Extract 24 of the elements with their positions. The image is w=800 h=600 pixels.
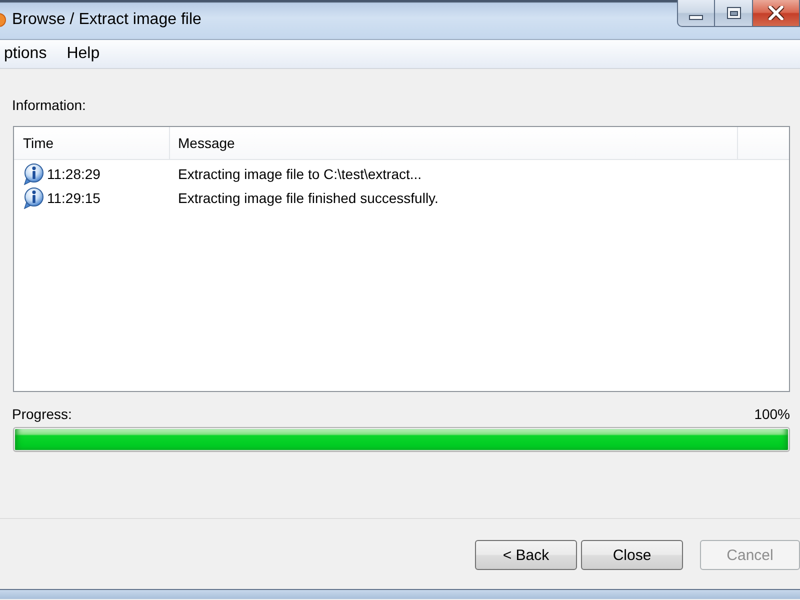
column-header[interactable]: Message: [170, 127, 738, 159]
dialog-button[interactable]: Close: [581, 540, 683, 570]
column-header[interactable]: Time: [14, 127, 170, 159]
log-message: Extracting image file to C:\test\extract...: [177, 166, 422, 182]
progress-label: Progress:: [12, 406, 72, 422]
close-icon: [768, 6, 784, 20]
log-list[interactable]: Time Message 11:28:29 Extracting image file to C:\test\extract... 11:29:15 Extracting image file finished successfully.: [13, 126, 790, 392]
information-label: Information:: [12, 97, 86, 113]
window-title: Browse / Extract image file: [12, 10, 202, 30]
app-icon: [0, 13, 6, 27]
minimize-button[interactable]: [677, 0, 715, 27]
close-button[interactable]: [753, 0, 800, 27]
info-icon: [22, 163, 44, 185]
log-time: 11:28:29: [47, 166, 100, 182]
menu-item[interactable]: ptions: [0, 44, 51, 64]
dialog-button[interactable]: < Back: [475, 540, 577, 570]
log-message: Extracting image file finished successfully.: [177, 190, 438, 206]
minimize-icon: [689, 14, 703, 20]
maximize-button[interactable]: [715, 0, 753, 27]
log-time: 11:29:15: [47, 190, 100, 206]
progress-percent: 100%: [754, 406, 790, 422]
maximize-icon: [726, 7, 740, 19]
info-icon: [22, 187, 44, 209]
menu-item[interactable]: Help: [62, 44, 104, 64]
